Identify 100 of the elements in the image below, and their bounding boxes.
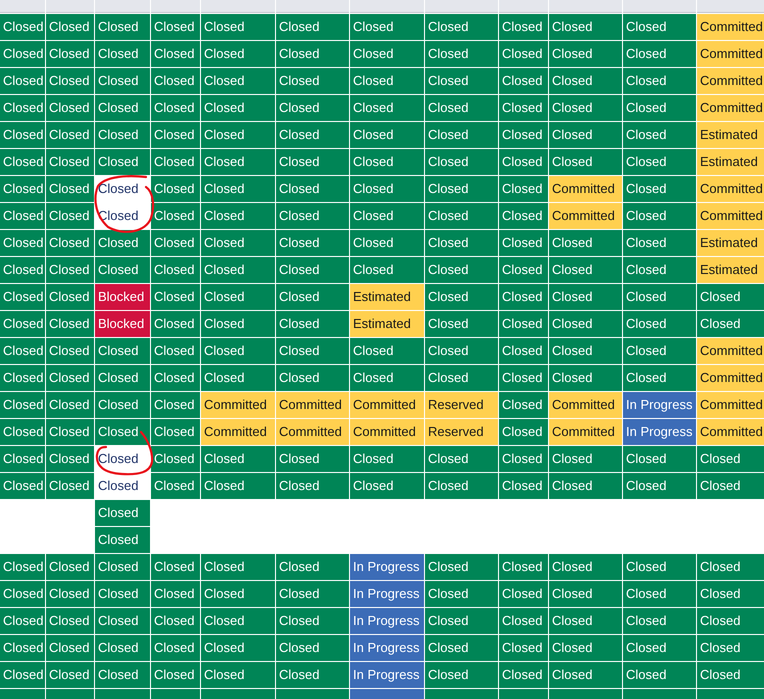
table-cell: Closed — [623, 581, 696, 607]
column-header[interactable] — [697, 0, 764, 13]
table-cell: Blocked — [95, 284, 150, 310]
table-cell: Closed — [425, 149, 498, 175]
table-cell: Closed — [46, 662, 94, 688]
table-cell: Closed — [499, 608, 548, 634]
column-header[interactable] — [350, 0, 424, 13]
table-cell: Closed — [623, 257, 696, 283]
column-header[interactable] — [46, 0, 94, 13]
table-cell: Closed — [151, 68, 200, 94]
table-cell: Estimated — [697, 122, 764, 148]
table-cell: Closed — [425, 284, 498, 310]
table-cell: Closed — [549, 608, 622, 634]
table-cell: Closed — [549, 581, 622, 607]
table-cell: Closed — [0, 95, 45, 121]
table-cell: Closed — [697, 581, 764, 607]
table-cell: Blocked — [95, 311, 150, 337]
table-cell: Committed — [697, 365, 764, 391]
table-cell: Closed — [0, 365, 45, 391]
table-cell: Closed — [151, 176, 200, 202]
table-cell: Closed — [499, 338, 548, 364]
table-cell: Closed — [151, 392, 200, 418]
table-cell: Closed — [623, 635, 696, 661]
table-cell: Closed — [549, 284, 622, 310]
table-cell: Closed — [499, 257, 548, 283]
table-cell: Closed — [151, 311, 200, 337]
column-header[interactable] — [95, 0, 150, 13]
column-header[interactable] — [549, 0, 622, 13]
table-cell: Closed — [201, 68, 275, 94]
table-cell: Closed — [276, 284, 349, 310]
table-cell: Closed — [151, 203, 200, 229]
table-cell: Estimated — [697, 230, 764, 256]
column-header[interactable] — [499, 0, 548, 13]
table-cell: Committed — [201, 419, 275, 445]
table-cell: Committed — [549, 419, 622, 445]
table-cell: Closed — [0, 14, 45, 40]
table-cell: Closed — [151, 149, 200, 175]
table-cell: Closed — [350, 176, 424, 202]
table-cell: Closed — [623, 284, 696, 310]
table-cell: In Progress — [350, 662, 424, 688]
table-cell: Closed — [0, 284, 45, 310]
table-cell: Closed — [0, 581, 45, 607]
table-cell: Closed — [151, 635, 200, 661]
table-cell: Closed — [276, 473, 349, 499]
table-cell: Closed — [0, 392, 45, 418]
table-cell: Closed — [499, 149, 548, 175]
table-cell: Closed — [499, 95, 548, 121]
table-cell: Closed — [623, 149, 696, 175]
table-cell: Closed — [201, 608, 275, 634]
column-header[interactable] — [0, 0, 45, 13]
table-cell: Closed — [46, 176, 94, 202]
table-cell: Closed — [95, 608, 150, 634]
table-cell: Closed — [46, 365, 94, 391]
table-cell: Closed — [549, 635, 622, 661]
table-cell: Closed — [201, 176, 275, 202]
table-cell: Closed — [276, 338, 349, 364]
column-header[interactable] — [201, 0, 275, 13]
table-cell: Closed — [499, 419, 548, 445]
table-cell: Closed — [95, 662, 150, 688]
table-cell: Closed — [151, 662, 200, 688]
table-cell: Closed — [499, 311, 548, 337]
table-cell: Closed — [549, 554, 622, 580]
column-header[interactable] — [425, 0, 498, 13]
table-cell: Closed — [0, 311, 45, 337]
table-cell: Closed — [201, 581, 275, 607]
table-cell: Closed — [46, 635, 94, 661]
table-cell: Closed — [350, 473, 424, 499]
table-cell: Closed — [151, 554, 200, 580]
table-cell: Closed — [499, 662, 548, 688]
table-cell: Closed — [623, 122, 696, 148]
table-cell: Closed — [623, 311, 696, 337]
table-cell: In Progress — [350, 608, 424, 634]
table-cell: Closed — [499, 284, 548, 310]
table-cell: Closed — [0, 257, 45, 283]
table-cell: Closed — [425, 311, 498, 337]
table-cell: Closed — [276, 176, 349, 202]
table-cell: Closed — [201, 149, 275, 175]
table-cell: Closed — [623, 662, 696, 688]
table-cell: Closed — [425, 14, 498, 40]
column-header[interactable] — [151, 0, 200, 13]
table-cell: Closed — [95, 581, 150, 607]
table-cell: Closed — [350, 203, 424, 229]
table-cell: Closed — [0, 662, 45, 688]
table-cell: Closed — [276, 581, 349, 607]
table-cell: Closed — [95, 149, 150, 175]
table-cell: Closed — [95, 365, 150, 391]
table-cell: Closed — [549, 473, 622, 499]
table-cell: Closed — [0, 203, 45, 229]
table-cell: Closed — [549, 257, 622, 283]
table-cell: Closed — [46, 284, 94, 310]
table-cell: Closed — [425, 581, 498, 607]
table-cell: Closed — [623, 14, 696, 40]
column-header[interactable] — [623, 0, 696, 13]
table-cell: Closed — [151, 581, 200, 607]
table-cell: Closed — [151, 284, 200, 310]
column-header[interactable] — [276, 0, 349, 13]
table-cell: Closed — [549, 68, 622, 94]
table-cell: Closed — [697, 662, 764, 688]
table-cell: Committed — [549, 176, 622, 202]
table-cell: Closed — [276, 311, 349, 337]
